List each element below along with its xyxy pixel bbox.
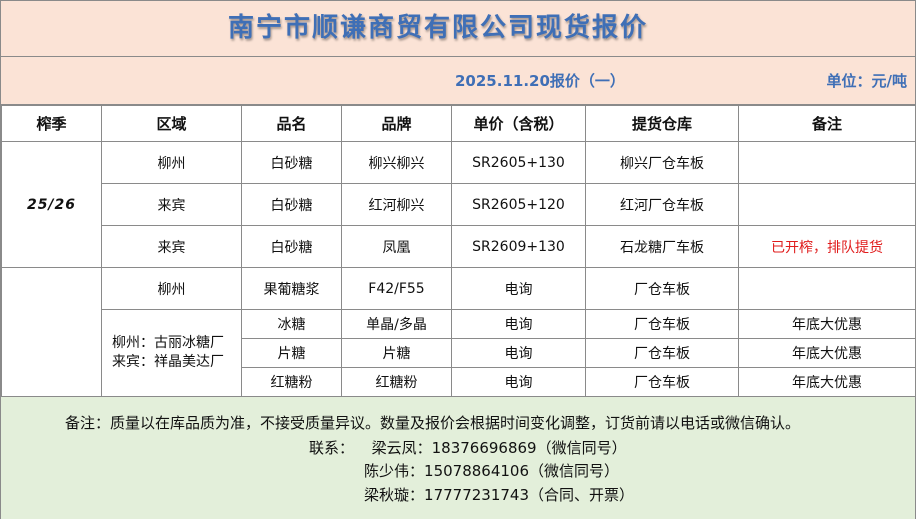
product-cell: 冰糖 — [241, 309, 342, 339]
contact-label: 联系： — [309, 439, 355, 457]
brand-cell: F42/F55 — [341, 267, 452, 310]
brand-cell: 凤凰 — [341, 225, 452, 268]
price-table: 榨季 区域 品名 品牌 单价（含税） 提货仓库 备注 25/26 柳州 白砂糖 … — [1, 105, 916, 397]
col-header-season: 榨季 — [1, 105, 102, 142]
table-row: 来宾 白砂糖 红河柳兴 SR2605+120 红河厂仓车板 — [2, 183, 916, 226]
price-cell: SR2609+130 — [451, 225, 586, 268]
brand-cell: 红河柳兴 — [341, 183, 452, 226]
col-header-brand: 品牌 — [341, 105, 452, 142]
col-header-remark: 备注 — [738, 105, 916, 142]
region-cell: 柳州 — [101, 141, 242, 184]
product-cell: 红糖粉 — [241, 367, 342, 397]
warehouse-cell: 厂仓车板 — [585, 338, 739, 368]
footer-notes: 备注：质量以在库品质为准，不接受质量异议。数量及报价会根据时间变化调整，订货前请… — [1, 396, 915, 519]
region-cell: 柳州 — [101, 267, 242, 310]
price-cell: 电询 — [451, 367, 586, 397]
price-cell: SR2605+130 — [451, 141, 586, 184]
remark-cell: 年底大优惠 — [738, 367, 916, 397]
col-header-region: 区域 — [101, 105, 242, 142]
table-row: 25/26 柳州 白砂糖 柳兴柳兴 SR2605+130 柳兴厂仓车板 — [1, 141, 916, 268]
contact-memo: （微信同号） — [536, 439, 627, 457]
contact-memo: （合同、开票） — [529, 486, 635, 504]
table-row: 柳州 果葡糖浆 F42/F55 电询 厂仓车板 — [1, 267, 916, 397]
contact-phone: 15078864106 — [424, 462, 530, 480]
footer-note: 备注：质量以在库品质为准，不接受质量异议。数量及报价会根据时间变化调整，订货前请… — [65, 414, 801, 432]
contact-name: 梁秋璇 — [364, 486, 410, 504]
remark-cell — [738, 141, 916, 184]
factory-line: 柳州：古丽冰糖厂 — [112, 335, 224, 351]
product-cell: 白砂糖 — [241, 225, 342, 268]
brand-cell: 片糖 — [341, 338, 452, 368]
region-cell: 来宾 — [101, 225, 242, 268]
remark-cell: 已开榨，排队提货 — [738, 225, 916, 268]
remark-cell: 年底大优惠 — [738, 338, 916, 368]
col-header-warehouse: 提货仓库 — [585, 105, 739, 142]
unit-label: 单位：元/吨 — [826, 72, 907, 90]
warehouse-cell: 红河厂仓车板 — [585, 183, 739, 226]
quote-date: 2025.11.20报价（一） — [455, 72, 625, 90]
warehouse-cell: 柳兴厂仓车板 — [585, 141, 739, 184]
contact-name: 陈少伟 — [364, 462, 410, 480]
sub-header: 2025.11.20报价（一） 单位：元/吨 — [1, 57, 915, 105]
product-cell: 果葡糖浆 — [241, 267, 342, 310]
brand-cell: 柳兴柳兴 — [341, 141, 452, 184]
contact-row: 梁秋璇：17777231743（合同、开票） — [364, 486, 635, 504]
factory-cell: 柳州：古丽冰糖厂 来宾：祥晶美达厂 — [101, 309, 242, 397]
warehouse-cell: 石龙糖厂车板 — [585, 225, 739, 268]
brand-cell: 红糖粉 — [341, 367, 452, 397]
region-cell: 来宾 — [101, 183, 242, 226]
price-cell: 电询 — [451, 267, 586, 310]
contact-phone: 17777231743 — [424, 486, 530, 504]
contact-row: 联系： 梁云凤：18376696869（微信同号） — [309, 439, 627, 457]
product-cell: 片糖 — [241, 338, 342, 368]
brand-cell: 单晶/多晶 — [341, 309, 452, 339]
page-title: 南宁市顺谦商贸有限公司现货报价 — [227, 13, 648, 43]
contact-row: 陈少伟：15078864106（微信同号） — [364, 462, 620, 480]
table-row: 柳州：古丽冰糖厂 来宾：祥晶美达厂 冰糖 单晶/多晶 电询 厂仓车板 年底大优惠 — [2, 309, 916, 397]
col-header-product: 品名 — [241, 105, 342, 142]
price-sheet: 南宁市顺谦商贸有限公司现货报价 2025.11.20报价（一） 单位：元/吨 榨… — [0, 0, 916, 519]
remark-cell — [738, 267, 916, 310]
warehouse-cell: 厂仓车板 — [585, 367, 739, 397]
product-cell: 白砂糖 — [241, 183, 342, 226]
remark-cell: 年底大优惠 — [738, 309, 916, 339]
warehouse-cell: 厂仓车板 — [585, 309, 739, 339]
remark-cell — [738, 183, 916, 226]
table-row: 来宾 白砂糖 凤凰 SR2609+130 石龙糖厂车板 已开榨，排队提货 — [2, 225, 916, 268]
contact-name: 梁云凤 — [371, 439, 417, 457]
title-bar: 南宁市顺谦商贸有限公司现货报价 — [1, 1, 915, 57]
warehouse-cell: 厂仓车板 — [585, 267, 739, 310]
price-cell: 电询 — [451, 309, 586, 339]
season-empty-cell — [1, 267, 102, 397]
product-cell: 白砂糖 — [241, 141, 342, 184]
season-cell: 25/26 — [1, 141, 102, 268]
table-header-row: 榨季 区域 品名 品牌 单价（含税） 提货仓库 备注 — [1, 105, 916, 142]
col-header-price: 单价（含税） — [451, 105, 586, 142]
contact-memo: （微信同号） — [529, 462, 620, 480]
price-cell: 电询 — [451, 338, 586, 368]
contact-phone: 18376696869 — [431, 439, 537, 457]
price-cell: SR2605+120 — [451, 183, 586, 226]
factory-line: 来宾：祥晶美达厂 — [112, 354, 224, 370]
